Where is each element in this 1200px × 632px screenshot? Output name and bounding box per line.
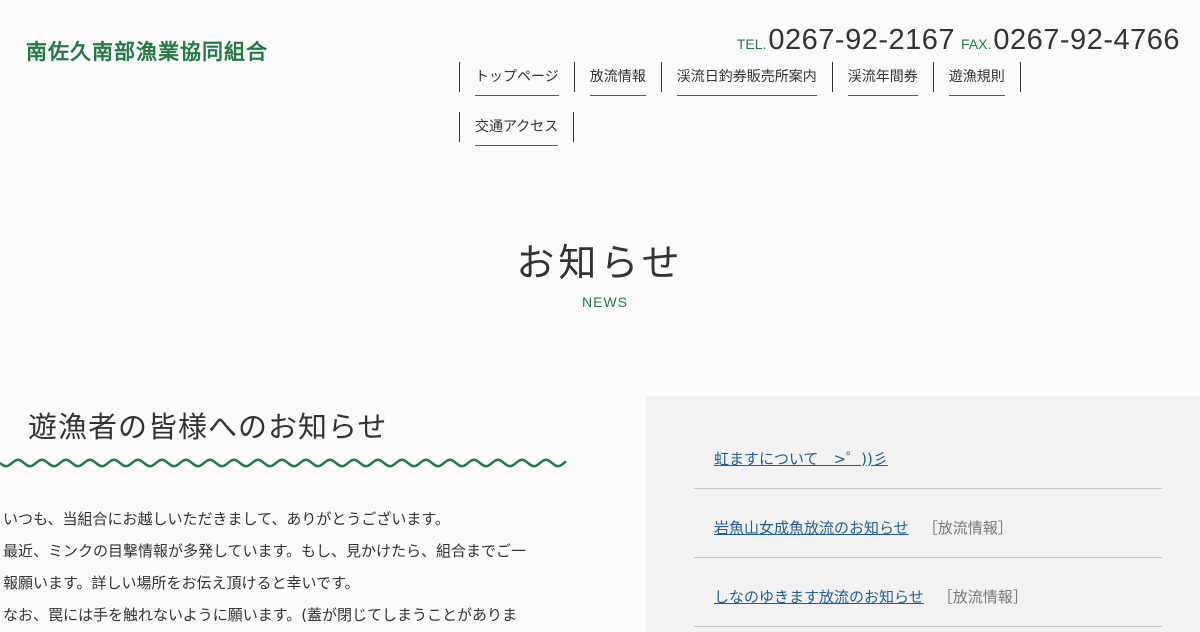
news-category: ［放流情報］ [937,588,1028,606]
news-sidebar: 虹ますについて >゜))彡 岩魚山女成魚放流のお知らせ ［放流情報］ しなのゆきま… [646,396,1200,632]
sidebar-news-item[interactable]: しなのゆきます放流のお知らせ ［放流情報］ [694,558,1162,627]
page-subtitle: NEWS [582,294,628,310]
news-link[interactable]: 虹ますについて >゜))彡 [714,448,888,469]
post-paragraph: いつも、当組合にお越しいただきまして、ありがとうございます。 [3,510,450,528]
tel-label: TEL. [736,36,767,52]
page-title: お知らせ [516,241,684,285]
nav-item-top[interactable]: トップページ [459,62,574,96]
nav-item-annual-ticket[interactable]: 渓流年間券 [831,62,933,96]
post-paragraph: 最近、ミンクの目撃情報が多発しています。もし、見かけたら、組合までご一 [3,542,527,560]
tel-number[interactable]: 0267-92-2167 [768,24,955,56]
news-category: ［放流情報］ [922,519,1013,537]
nav-item-access[interactable]: 交通アクセス [459,112,575,146]
wave-divider [0,458,567,468]
main-nav-row-2: 交通アクセス [459,112,575,146]
post-paragraph: 報願います。詳しい場所をお伝え頂けると幸いです。 [3,574,360,592]
news-link[interactable]: 岩魚山女成魚放流のお知らせ ［放流情報］ [714,517,1013,538]
post-paragraph: なお、罠には手を触れないように願います。(蓋が閉じてしまうことがありま [3,606,518,624]
nav-item-release-info[interactable]: 放流情報 [573,62,661,96]
nav-label[interactable]: 放流情報 [589,62,646,96]
post-title: 遊漁者の皆様へのお知らせ [28,410,388,444]
news-link[interactable]: しなのゆきます放流のお知らせ ［放流情報］ [714,586,1028,607]
fax-label: FAX. [961,36,992,52]
main-nav: トップページ 放流情報 渓流日釣券販売所案内 渓流年間券 遊漁規則 [459,62,1021,96]
nav-label[interactable]: 交通アクセス [475,112,559,146]
post-body: いつも、当組合にお越しいただきまして、ありがとうございます。 最近、ミンクの目撃… [3,503,573,631]
fax-number: 0267-92-4766 [993,24,1180,56]
nav-label[interactable]: トップページ [475,62,559,96]
nav-item-rules[interactable]: 遊漁規則 [932,62,1021,96]
site-logo[interactable]: 南佐久南部漁業協同組合 [26,36,268,66]
contact-info: TEL.0267-92-2167 FAX.0267-92-4766 [737,24,1180,57]
nav-label[interactable]: 渓流年間券 [847,62,918,96]
sidebar-news-item[interactable]: 岩魚山女成魚放流のお知らせ ［放流情報］ [694,489,1162,558]
nav-label[interactable]: 遊漁規則 [948,62,1005,96]
nav-label[interactable]: 渓流日釣券販売所案内 [676,62,817,96]
sidebar-news-item[interactable]: 虹ますについて >゜))彡 [694,420,1162,489]
nav-item-ticket-shops[interactable]: 渓流日釣券販売所案内 [660,62,832,96]
